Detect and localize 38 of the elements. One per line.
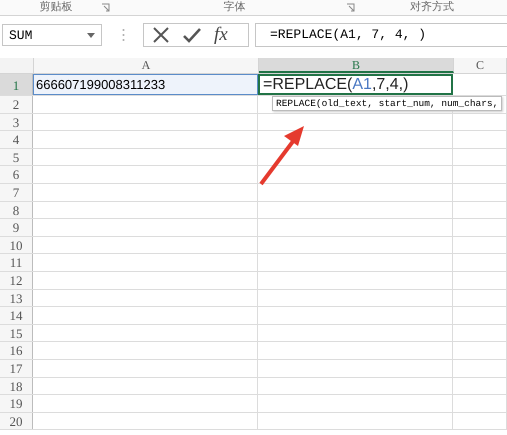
row-header[interactable]: 14 (0, 307, 33, 324)
row-header[interactable]: 4 (0, 131, 33, 148)
row-header[interactable]: 16 (0, 342, 33, 359)
dropdown-caret-icon (87, 32, 95, 38)
row-header[interactable]: 12 (0, 272, 33, 289)
checkmark-icon[interactable] (182, 27, 202, 43)
column-header[interactable]: C (454, 58, 507, 73)
row-header[interactable]: 6 (0, 166, 33, 183)
grip-icon (122, 28, 125, 42)
row-header[interactable]: 15 (0, 324, 33, 342)
row-header[interactable]: 10 (0, 236, 33, 254)
row-header[interactable]: 8 (0, 202, 33, 218)
table-cell: 666607199008311233 (33, 74, 258, 95)
row-header[interactable]: 5 (0, 148, 33, 166)
cancel-icon[interactable] (152, 26, 170, 44)
column-header[interactable]: B (259, 58, 454, 73)
row-header[interactable]: 18 (0, 378, 33, 394)
row-header[interactable]: 20 (0, 412, 33, 430)
row-header[interactable]: 1 (0, 74, 33, 95)
name-box[interactable]: SUM (2, 24, 102, 46)
dialog-launcher-icon[interactable] (346, 3, 355, 12)
row-header[interactable]: 17 (0, 360, 33, 376)
row-header[interactable]: 19 (0, 395, 33, 412)
formula-cell[interactable]: =REPLACE(A1,7,4,) (258, 74, 453, 95)
insert-function-button[interactable]: fx (214, 24, 228, 46)
row-header[interactable]: 3 (0, 114, 33, 130)
row-header[interactable]: 2 (0, 96, 33, 113)
row-header[interactable]: 11 (0, 254, 33, 271)
ribbon-group-label: 字体 (224, 0, 246, 14)
column-header[interactable]: A (34, 58, 259, 73)
row-header[interactable]: 7 (0, 184, 33, 201)
ribbon-group-label: 对齐方式 (410, 0, 454, 14)
dialog-launcher-icon[interactable] (101, 3, 110, 12)
function-tooltip: REPLACE(old_text, start_num, num_chars, (272, 96, 502, 111)
row-header[interactable]: 9 (0, 219, 33, 236)
row-header[interactable]: 13 (0, 290, 33, 306)
formula-input[interactable]: =REPLACE(A1, 7, 4, ) (255, 23, 507, 47)
ribbon-group-label: 剪贴板 (40, 0, 72, 14)
